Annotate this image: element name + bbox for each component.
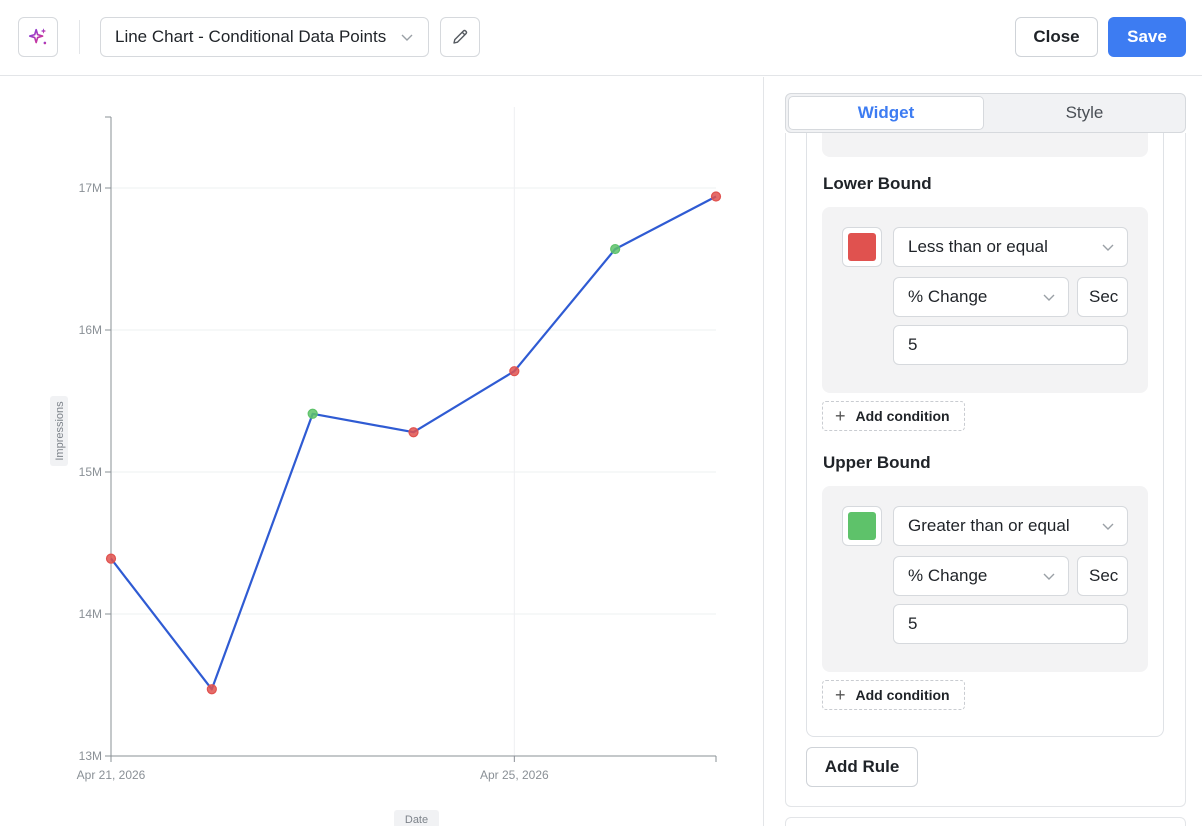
x-axis-title: Date bbox=[405, 814, 428, 826]
y-tick-label: 17M bbox=[79, 181, 102, 195]
chevron-down-icon bbox=[401, 34, 413, 41]
next-section bbox=[785, 817, 1186, 826]
upper-compare-select[interactable]: Sec bbox=[1077, 556, 1128, 596]
sparkle-icon bbox=[28, 28, 47, 45]
series-line bbox=[110, 195, 717, 691]
lower-color-swatch bbox=[848, 233, 876, 261]
chevron-down-icon bbox=[1043, 294, 1055, 301]
y-tick-label: 16M bbox=[79, 323, 102, 337]
upper-operator-value: Greater than or equal bbox=[908, 516, 1070, 535]
ai-assist-button[interactable] bbox=[18, 17, 58, 57]
chevron-down-icon bbox=[1102, 523, 1114, 530]
upper-value-text: 5 bbox=[908, 614, 918, 633]
add-rule-button[interactable]: Add Rule bbox=[806, 747, 918, 787]
x-tick-label: Apr 21, 2026 bbox=[77, 768, 146, 782]
settings-panel: Widget Style Lower Bound Less than or eq… bbox=[764, 77, 1202, 826]
chart-area: 13M 14M 15M 16M 17M Apr 21, 2026 Apr 25, 2026 I… bbox=[0, 77, 763, 826]
lower-add-condition-label: Add condition bbox=[855, 408, 950, 424]
upper-compare-value: Sec bbox=[1089, 566, 1119, 585]
chart-title-label: Line Chart - Conditional Data Points bbox=[115, 27, 387, 46]
lower-compare-value: Sec bbox=[1089, 287, 1119, 306]
label-layer: 13M 14M 15M 16M 17M Apr 21, 2026 Apr 25, 2026 I… bbox=[50, 181, 549, 826]
lower-value-input[interactable]: 5 bbox=[893, 325, 1128, 365]
rule-card: Lower Bound Less than or equal % Change … bbox=[806, 133, 1164, 737]
lower-bound-title: Lower Bound bbox=[823, 174, 932, 193]
edit-title-button[interactable] bbox=[440, 17, 480, 57]
data-point-low bbox=[206, 684, 217, 695]
upper-operator-select[interactable]: Greater than or equal bbox=[893, 506, 1128, 546]
y-axis-title: Impressions bbox=[50, 396, 68, 466]
close-button[interactable]: Close bbox=[1015, 17, 1098, 57]
plus-icon: + bbox=[835, 684, 846, 705]
save-button[interactable]: Save bbox=[1108, 17, 1186, 57]
lower-operator-value: Less than or equal bbox=[908, 237, 1048, 256]
chevron-down-icon bbox=[1102, 244, 1114, 251]
lower-operator-select[interactable]: Less than or equal bbox=[893, 227, 1128, 267]
pencil-icon bbox=[453, 29, 468, 44]
previous-section bbox=[822, 133, 1148, 157]
lower-add-condition-button[interactable]: + Add condition bbox=[822, 401, 965, 431]
data-point-high bbox=[610, 243, 621, 255]
panel-body: Lower Bound Less than or equal % Change … bbox=[785, 133, 1186, 807]
y-tick-label: 15M bbox=[79, 465, 102, 479]
upper-value-input[interactable]: 5 bbox=[893, 604, 1128, 644]
data-point-low bbox=[710, 191, 722, 202]
plus-icon: + bbox=[835, 405, 846, 426]
data-point-low bbox=[105, 553, 117, 564]
y-axis-title-text: Impressions bbox=[54, 401, 66, 461]
lower-bound-condition: Less than or equal % Change Sec 5 bbox=[822, 207, 1148, 393]
tab-style[interactable]: Style bbox=[986, 96, 1183, 130]
data-point-low bbox=[509, 366, 520, 377]
y-tick-label: 13M bbox=[79, 749, 102, 763]
upper-add-condition-button[interactable]: + Add condition bbox=[822, 680, 965, 710]
data-point-low bbox=[408, 427, 419, 438]
upper-bound-title: Upper Bound bbox=[823, 453, 931, 472]
tab-widget[interactable]: Widget bbox=[788, 96, 984, 130]
toolbar-divider bbox=[79, 20, 80, 54]
chart-title-select[interactable]: Line Chart - Conditional Data Points bbox=[100, 17, 429, 57]
upper-color-picker[interactable] bbox=[842, 506, 882, 546]
upper-measure-value: % Change bbox=[908, 566, 988, 585]
point-layer bbox=[105, 191, 722, 695]
lower-value-text: 5 bbox=[908, 335, 918, 354]
lower-color-picker[interactable] bbox=[842, 227, 882, 267]
lower-measure-select[interactable]: % Change bbox=[893, 277, 1069, 317]
lower-compare-select[interactable]: Sec bbox=[1077, 277, 1128, 317]
chevron-down-icon bbox=[1043, 573, 1055, 580]
panel-tabs: Widget Style bbox=[785, 93, 1186, 133]
upper-measure-select[interactable]: % Change bbox=[893, 556, 1069, 596]
axis-layer bbox=[105, 116, 717, 762]
top-bar: Line Chart - Conditional Data Points Clo… bbox=[0, 0, 1202, 76]
data-point-high bbox=[307, 408, 318, 419]
lower-measure-value: % Change bbox=[908, 287, 988, 306]
upper-bound-condition: Greater than or equal % Change Sec 5 bbox=[822, 486, 1148, 672]
upper-add-condition-label: Add condition bbox=[855, 687, 950, 703]
upper-color-swatch bbox=[848, 512, 876, 540]
line-layer bbox=[110, 195, 717, 691]
x-tick-label: Apr 25, 2026 bbox=[480, 768, 549, 782]
line-chart: 13M 14M 15M 16M 17M Apr 21, 2026 Apr 25, 2026 I… bbox=[50, 107, 722, 826]
y-tick-label: 14M bbox=[79, 607, 102, 621]
